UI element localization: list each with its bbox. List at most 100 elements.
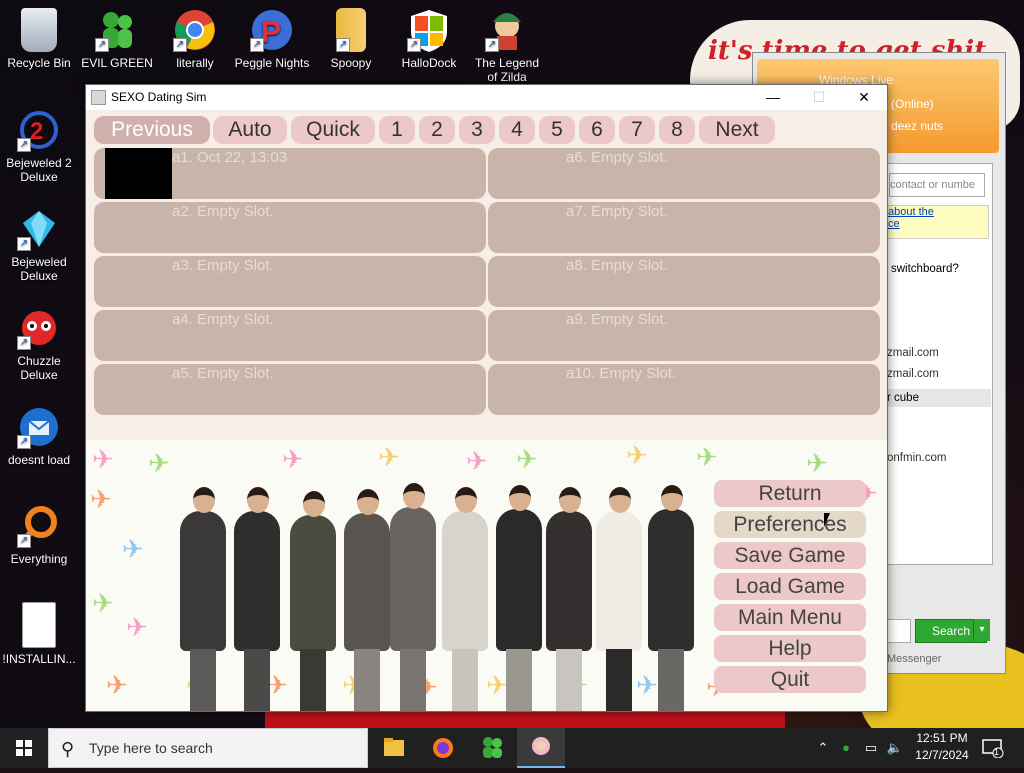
desktop-icon-label: doesnt load (7, 453, 71, 467)
clock-time: 12:51 PM (916, 731, 968, 745)
page-6-button[interactable]: 6 (579, 116, 615, 144)
help-button[interactable]: Help (714, 635, 866, 662)
svg-text:2: 2 (30, 118, 43, 145)
save-slot[interactable]: a7. Empty Slot. (488, 202, 880, 253)
save-slot[interactable]: a9. Empty Slot. (488, 310, 880, 361)
desktop-icon-recycle-bin[interactable]: Recycle Bin (1, 8, 77, 70)
person-figure (442, 487, 488, 711)
desktop-icon-label: !INSTALLIN... (2, 652, 76, 666)
desktop-icon-bejeweled[interactable]: ↗ Bejeweled Deluxe (1, 207, 77, 283)
save-slot-label: a5. Empty Slot. (172, 365, 274, 382)
save-slot-label: a3. Empty Slot. (172, 257, 274, 274)
quick-saves-button[interactable]: Quick (291, 116, 375, 144)
windows-shield-icon: ↗ (407, 8, 451, 52)
shortcut-arrow-icon: ↗ (17, 534, 31, 548)
previous-page-button[interactable]: Previous (94, 116, 210, 144)
airplane-icon: ✈ (636, 670, 658, 700)
network-icon[interactable]: ▭ (860, 728, 882, 768)
messenger-contact[interactable]: r cube (887, 389, 991, 407)
save-slot-label: a7. Empty Slot. (566, 203, 668, 220)
zilda-icon: ↗ (485, 8, 529, 52)
desktop-icon-installing[interactable]: !INSTALLIN... (1, 602, 77, 666)
taskbar-search-box[interactable]: ⚲ Type here to search (48, 728, 368, 768)
page-3-button[interactable]: 3 (459, 116, 495, 144)
page-1-button[interactable]: 1 (379, 116, 415, 144)
save-slot[interactable]: a8. Empty Slot. (488, 256, 880, 307)
thunderbird-icon: ↗ (17, 405, 61, 449)
preferences-button[interactable]: Preferences (714, 511, 866, 538)
save-slot[interactable]: a5. Empty Slot. (94, 364, 486, 415)
desktop-icon-peggle[interactable]: P ↗ Peggle Nights Deluxe (234, 8, 310, 70)
messenger-search-input[interactable]: contact or numbe (889, 173, 985, 197)
person-figure (180, 487, 226, 711)
minimize-button[interactable]: — (750, 85, 796, 110)
notification-count: 1 (994, 747, 1000, 757)
desktop-icon-legend-of-zilda[interactable]: ↗ The Legend of Zilda (469, 8, 545, 84)
desktop-icon-chuzzle[interactable]: ↗ Chuzzle Deluxe (1, 306, 77, 382)
firefox-icon (433, 738, 453, 758)
desktop-icon-hallodock[interactable]: ↗ HalloDock (391, 8, 467, 70)
save-slot[interactable]: a10. Empty Slot. (488, 364, 880, 415)
chevron-down-icon[interactable]: ▾ (973, 619, 990, 641)
save-slot-label: a6. Empty Slot. (566, 149, 668, 166)
desktop-icon-label: EVIL GREEN MEN CO (81, 56, 153, 70)
shortcut-arrow-icon: ↗ (485, 38, 499, 52)
close-button[interactable]: ✕ (841, 85, 887, 110)
person-figure (648, 485, 694, 711)
taskbar-green-men[interactable] (468, 728, 516, 768)
messenger-contact[interactable]: zmail.com (887, 368, 939, 380)
save-slot[interactable]: a1. Oct 22, 13:03 (94, 148, 486, 199)
desktop-icon-doesnt-load[interactable]: ↗ doesnt load (1, 405, 77, 467)
title-bar[interactable]: SEXO Dating Sim — ☐ ✕ (86, 85, 887, 110)
taskbar-dating-sim[interactable] (517, 728, 565, 768)
desktop-icon-literally-unusable[interactable]: ↗ literally unusable (157, 8, 233, 70)
maximize-button[interactable]: ☐ (796, 85, 842, 110)
airplane-icon: ✈ (626, 440, 648, 470)
airplane-icon: ✈ (92, 588, 114, 618)
page-5-button[interactable]: 5 (539, 116, 575, 144)
person-figure (234, 487, 280, 711)
save-thumbnail (105, 148, 172, 199)
messenger-personal-message[interactable]: deez nuts (891, 119, 943, 133)
chevron-up-icon[interactable]: ⌃ (814, 728, 832, 768)
return-button[interactable]: Return (714, 480, 866, 507)
messenger-tray-icon[interactable]: ● (836, 728, 856, 768)
clock[interactable]: 12:51 PM 12/7/2024 (908, 730, 976, 764)
save-slot[interactable]: a4. Empty Slot. (94, 310, 486, 361)
messenger-news-link[interactable]: about the ce (887, 205, 989, 239)
recycle-bin-icon (21, 8, 57, 52)
taskbar-file-explorer[interactable] (370, 728, 418, 768)
save-slot[interactable]: a2. Empty Slot. (94, 202, 486, 253)
save-slot-label: a2. Empty Slot. (172, 203, 274, 220)
airplane-icon: ✈ (466, 446, 488, 476)
page-8-button[interactable]: 8 (659, 116, 695, 144)
shortcut-arrow-icon: ↗ (407, 38, 421, 52)
messenger-status[interactable]: (Online) (891, 97, 934, 111)
desktop-icon-evil-green-men[interactable]: ↗ EVIL GREEN MEN CO (79, 8, 155, 70)
next-page-button[interactable]: Next (699, 116, 775, 144)
save-game-button[interactable]: Save Game (714, 542, 866, 569)
green-men-icon: ↗ (95, 8, 139, 52)
quit-button[interactable]: Quit (714, 666, 866, 693)
taskbar-firefox[interactable] (419, 728, 467, 768)
desktop-icon-spoopy-games[interactable]: ↗ Spoopy games (313, 8, 389, 70)
game-window[interactable]: SEXO Dating Sim — ☐ ✕ Previous Auto Quic… (85, 84, 888, 712)
notification-button[interactable]: 1 (982, 738, 1004, 759)
desktop-icon-everything[interactable]: ↗ Everything (1, 504, 77, 566)
volume-icon[interactable]: 🔈 (884, 728, 906, 768)
page-7-button[interactable]: 7 (619, 116, 655, 144)
desktop-icon-bejeweled-2[interactable]: 2 ↗ Bejeweled 2 Deluxe (1, 108, 77, 184)
page-4-button[interactable]: 4 (499, 116, 535, 144)
save-slot[interactable]: a6. Empty Slot. (488, 148, 880, 199)
messenger-contact[interactable]: onfmin.com (887, 452, 946, 464)
page-2-button[interactable]: 2 (419, 116, 455, 144)
main-menu-button[interactable]: Main Menu (714, 604, 866, 631)
load-game-button[interactable]: Load Game (714, 573, 866, 600)
messenger-web-search-input[interactable] (887, 619, 911, 643)
messenger-contact[interactable]: zmail.com (887, 347, 939, 359)
save-slot[interactable]: a3. Empty Slot. (94, 256, 486, 307)
auto-saves-button[interactable]: Auto (213, 116, 287, 144)
shortcut-arrow-icon: ↗ (17, 435, 31, 449)
taskbar-search-placeholder: Type here to search (89, 740, 213, 756)
start-button[interactable] (0, 728, 48, 768)
